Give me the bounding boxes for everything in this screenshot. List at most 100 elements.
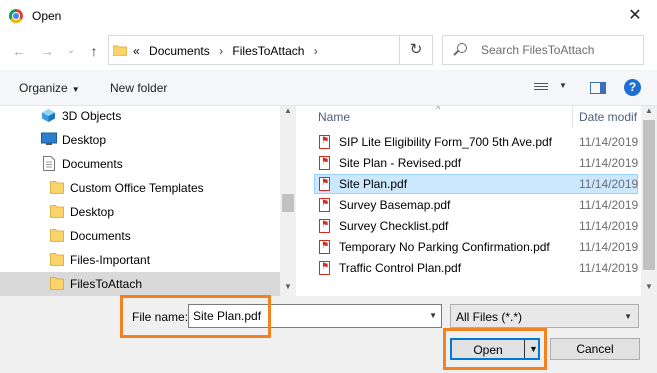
file-name: SIP Lite Eligibility Form_700 5th Ave.pd…: [339, 135, 553, 149]
scroll-up-icon[interactable]: ▲: [284, 106, 292, 115]
scroll-down-icon[interactable]: ▼: [645, 282, 653, 291]
chevron-right-icon[interactable]: ›: [314, 44, 318, 58]
sidebar-item-3d-objects[interactable]: 3D Objects: [0, 106, 280, 128]
column-header: ^ Name Date modif: [296, 106, 641, 128]
file-date: 11/14/2019: [579, 219, 639, 233]
sort-ascending-icon: ^: [436, 106, 441, 114]
chrome-icon: [9, 9, 23, 23]
file-name-highlight: [120, 295, 271, 338]
chevron-down-icon[interactable]: ▼: [559, 81, 567, 90]
file-date: 11/14/2019: [579, 240, 639, 254]
close-icon[interactable]: ✕: [613, 0, 657, 32]
pdf-file-icon: [319, 240, 330, 254]
sidebar-item-label: Desktop: [62, 133, 107, 147]
new-folder-button[interactable]: New folder: [110, 81, 167, 95]
breadcrumb-documents[interactable]: Documents: [149, 44, 210, 58]
chevron-down-icon: ▼: [71, 85, 80, 94]
sidebar-item-label: Desktop: [70, 205, 115, 219]
search-input[interactable]: [481, 42, 636, 58]
folder-icon: [113, 45, 127, 56]
folder-icon: [50, 253, 64, 266]
sidebar-item-label: 3D Objects: [62, 109, 122, 123]
back-arrow-icon[interactable]: ←: [10, 42, 28, 60]
navigation-scrollbar[interactable]: ▲ ▼: [280, 106, 296, 296]
chevron-down-icon: ▼: [624, 312, 632, 321]
file-date: 11/14/2019: [579, 198, 639, 212]
file-name: Traffic Control Plan.pdf: [339, 261, 462, 275]
dialog-footer: File name: ▼ All Files (*.*) ▼ Open ▼ Ca…: [0, 295, 657, 373]
sidebar-item-custom-office-templates[interactable]: Custom Office Templates: [0, 176, 280, 200]
pdf-file-icon: [319, 156, 330, 170]
column-divider[interactable]: [572, 106, 573, 128]
file-date: 11/14/2019: [579, 177, 639, 191]
file-name: Site Plan - Revised.pdf: [339, 156, 462, 170]
file-row[interactable]: SIP Lite Eligibility Form_700 5th Ave.pd…: [314, 132, 638, 152]
file-date: 11/14/2019: [579, 156, 639, 170]
sidebar-item-label: FilesToAttach: [70, 277, 143, 291]
organize-button[interactable]: Organize ▼: [19, 81, 80, 95]
sidebar-item-desktop-folder[interactable]: Desktop: [0, 200, 280, 224]
window-title: Open: [32, 9, 62, 23]
address-bar[interactable]: « Documents › FilesToAttach › ▾ ↻: [108, 35, 482, 65]
sidebar-item-files-important[interactable]: Files-Important: [0, 248, 280, 272]
file-date: 11/14/2019: [579, 261, 639, 275]
scrollbar-thumb[interactable]: [643, 120, 655, 270]
open-button-highlight: [443, 328, 547, 370]
chevron-down-icon[interactable]: ▼: [429, 311, 437, 320]
up-arrow-icon[interactable]: ↑: [85, 42, 103, 60]
sidebar-item-filestoattach[interactable]: FilesToAttach: [0, 272, 280, 296]
help-icon[interactable]: ?: [624, 79, 641, 96]
breadcrumb-overflow[interactable]: «: [133, 44, 140, 58]
navigation-bar: ← → ⌄ ↑ « Documents › FilesToAttach › ▾ …: [0, 32, 657, 70]
sidebar-item-label: Files-Important: [70, 253, 151, 267]
file-name: Survey Checklist.pdf: [339, 219, 449, 233]
file-name: Temporary No Parking Confirmation.pdf: [339, 240, 550, 254]
desktop-icon: [41, 132, 57, 145]
documents-icon: [43, 156, 55, 171]
file-type-select[interactable]: All Files (*.*) ▼: [450, 304, 639, 328]
file-list-scrollbar[interactable]: ▲ ▼: [641, 106, 657, 296]
forward-arrow-icon[interactable]: →: [38, 42, 56, 60]
file-type-value: All Files (*.*): [456, 310, 523, 324]
file-row[interactable]: Survey Basemap.pdf 11/14/2019: [314, 195, 638, 215]
view-options-icon[interactable]: [534, 83, 548, 94]
search-icon: [457, 43, 467, 53]
chevron-right-icon[interactable]: ›: [219, 44, 223, 58]
cube-icon: [42, 109, 55, 122]
file-list-pane: ^ Name Date modif SIP Lite Eligibility F…: [296, 106, 657, 296]
pdf-file-icon: [319, 261, 330, 275]
file-row-selected[interactable]: Site Plan.pdf 11/14/2019: [314, 174, 638, 194]
breadcrumb: « Documents › FilesToAttach ›: [133, 44, 324, 58]
scroll-down-icon[interactable]: ▼: [284, 282, 292, 291]
preview-pane-icon[interactable]: [590, 82, 606, 94]
file-row[interactable]: Survey Checklist.pdf 11/14/2019: [314, 216, 638, 236]
pdf-file-icon: [319, 198, 330, 212]
file-name: Site Plan.pdf: [339, 177, 408, 191]
column-name-header[interactable]: Name: [318, 110, 350, 124]
file-row[interactable]: Temporary No Parking Confirmation.pdf 11…: [314, 237, 638, 257]
pdf-file-icon: [319, 219, 330, 233]
refresh-icon[interactable]: ↻: [399, 36, 432, 64]
sidebar-item-desktop[interactable]: Desktop: [0, 128, 280, 152]
file-row[interactable]: Site Plan - Revised.pdf 11/14/2019: [314, 153, 638, 173]
scroll-up-icon[interactable]: ▲: [645, 106, 653, 115]
sidebar-item-documents-folder[interactable]: Documents: [0, 224, 280, 248]
folder-icon: [50, 205, 64, 218]
command-toolbar: Organize ▼ New folder ▼ ?: [0, 70, 657, 106]
breadcrumb-filestoattach[interactable]: FilesToAttach: [232, 44, 304, 58]
file-row[interactable]: Traffic Control Plan.pdf 11/14/2019: [314, 258, 638, 278]
folder-icon: [50, 229, 64, 242]
column-date-header[interactable]: Date modif: [579, 110, 637, 124]
pdf-file-icon: [319, 177, 330, 191]
sidebar-item-documents[interactable]: Documents: [0, 152, 280, 176]
sidebar-item-label: Documents: [70, 229, 131, 243]
search-box[interactable]: [442, 35, 644, 65]
file-name: Survey Basemap.pdf: [339, 198, 451, 212]
file-date: 11/14/2019: [579, 135, 639, 149]
pdf-file-icon: [319, 135, 330, 149]
navigation-pane: 3D Objects Desktop Documents Custom Offi…: [0, 106, 296, 296]
recent-locations-icon[interactable]: ⌄: [62, 42, 80, 60]
cancel-button[interactable]: Cancel: [550, 338, 640, 360]
sidebar-item-label: Documents: [62, 157, 123, 171]
scrollbar-thumb[interactable]: [282, 194, 294, 212]
